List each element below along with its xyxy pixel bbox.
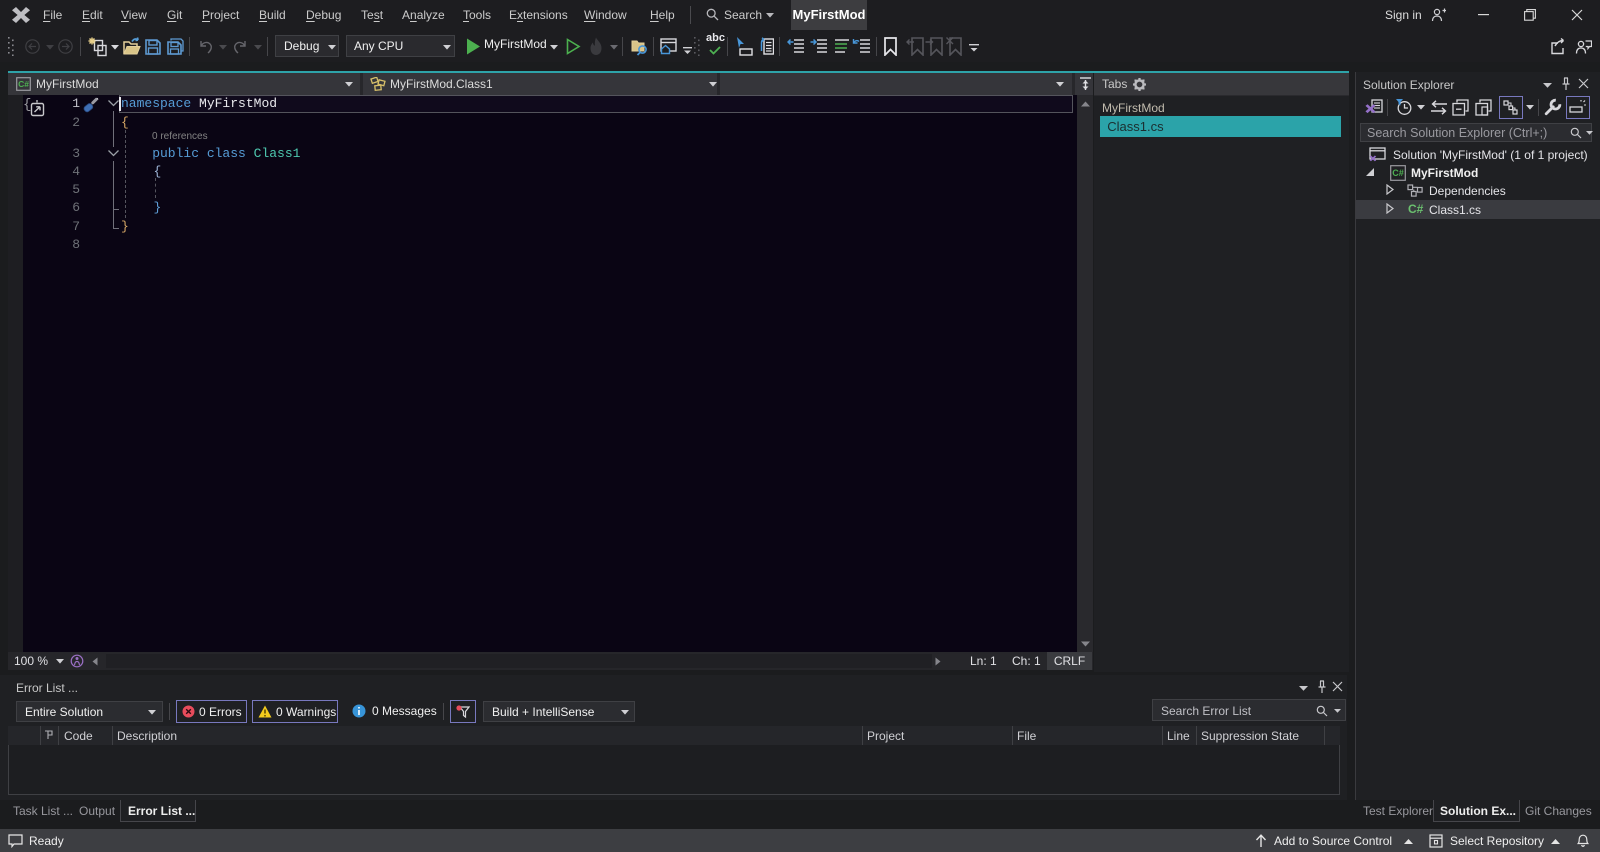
svg-text:C#: C# bbox=[1392, 168, 1404, 178]
svg-text:C#: C# bbox=[18, 79, 29, 89]
